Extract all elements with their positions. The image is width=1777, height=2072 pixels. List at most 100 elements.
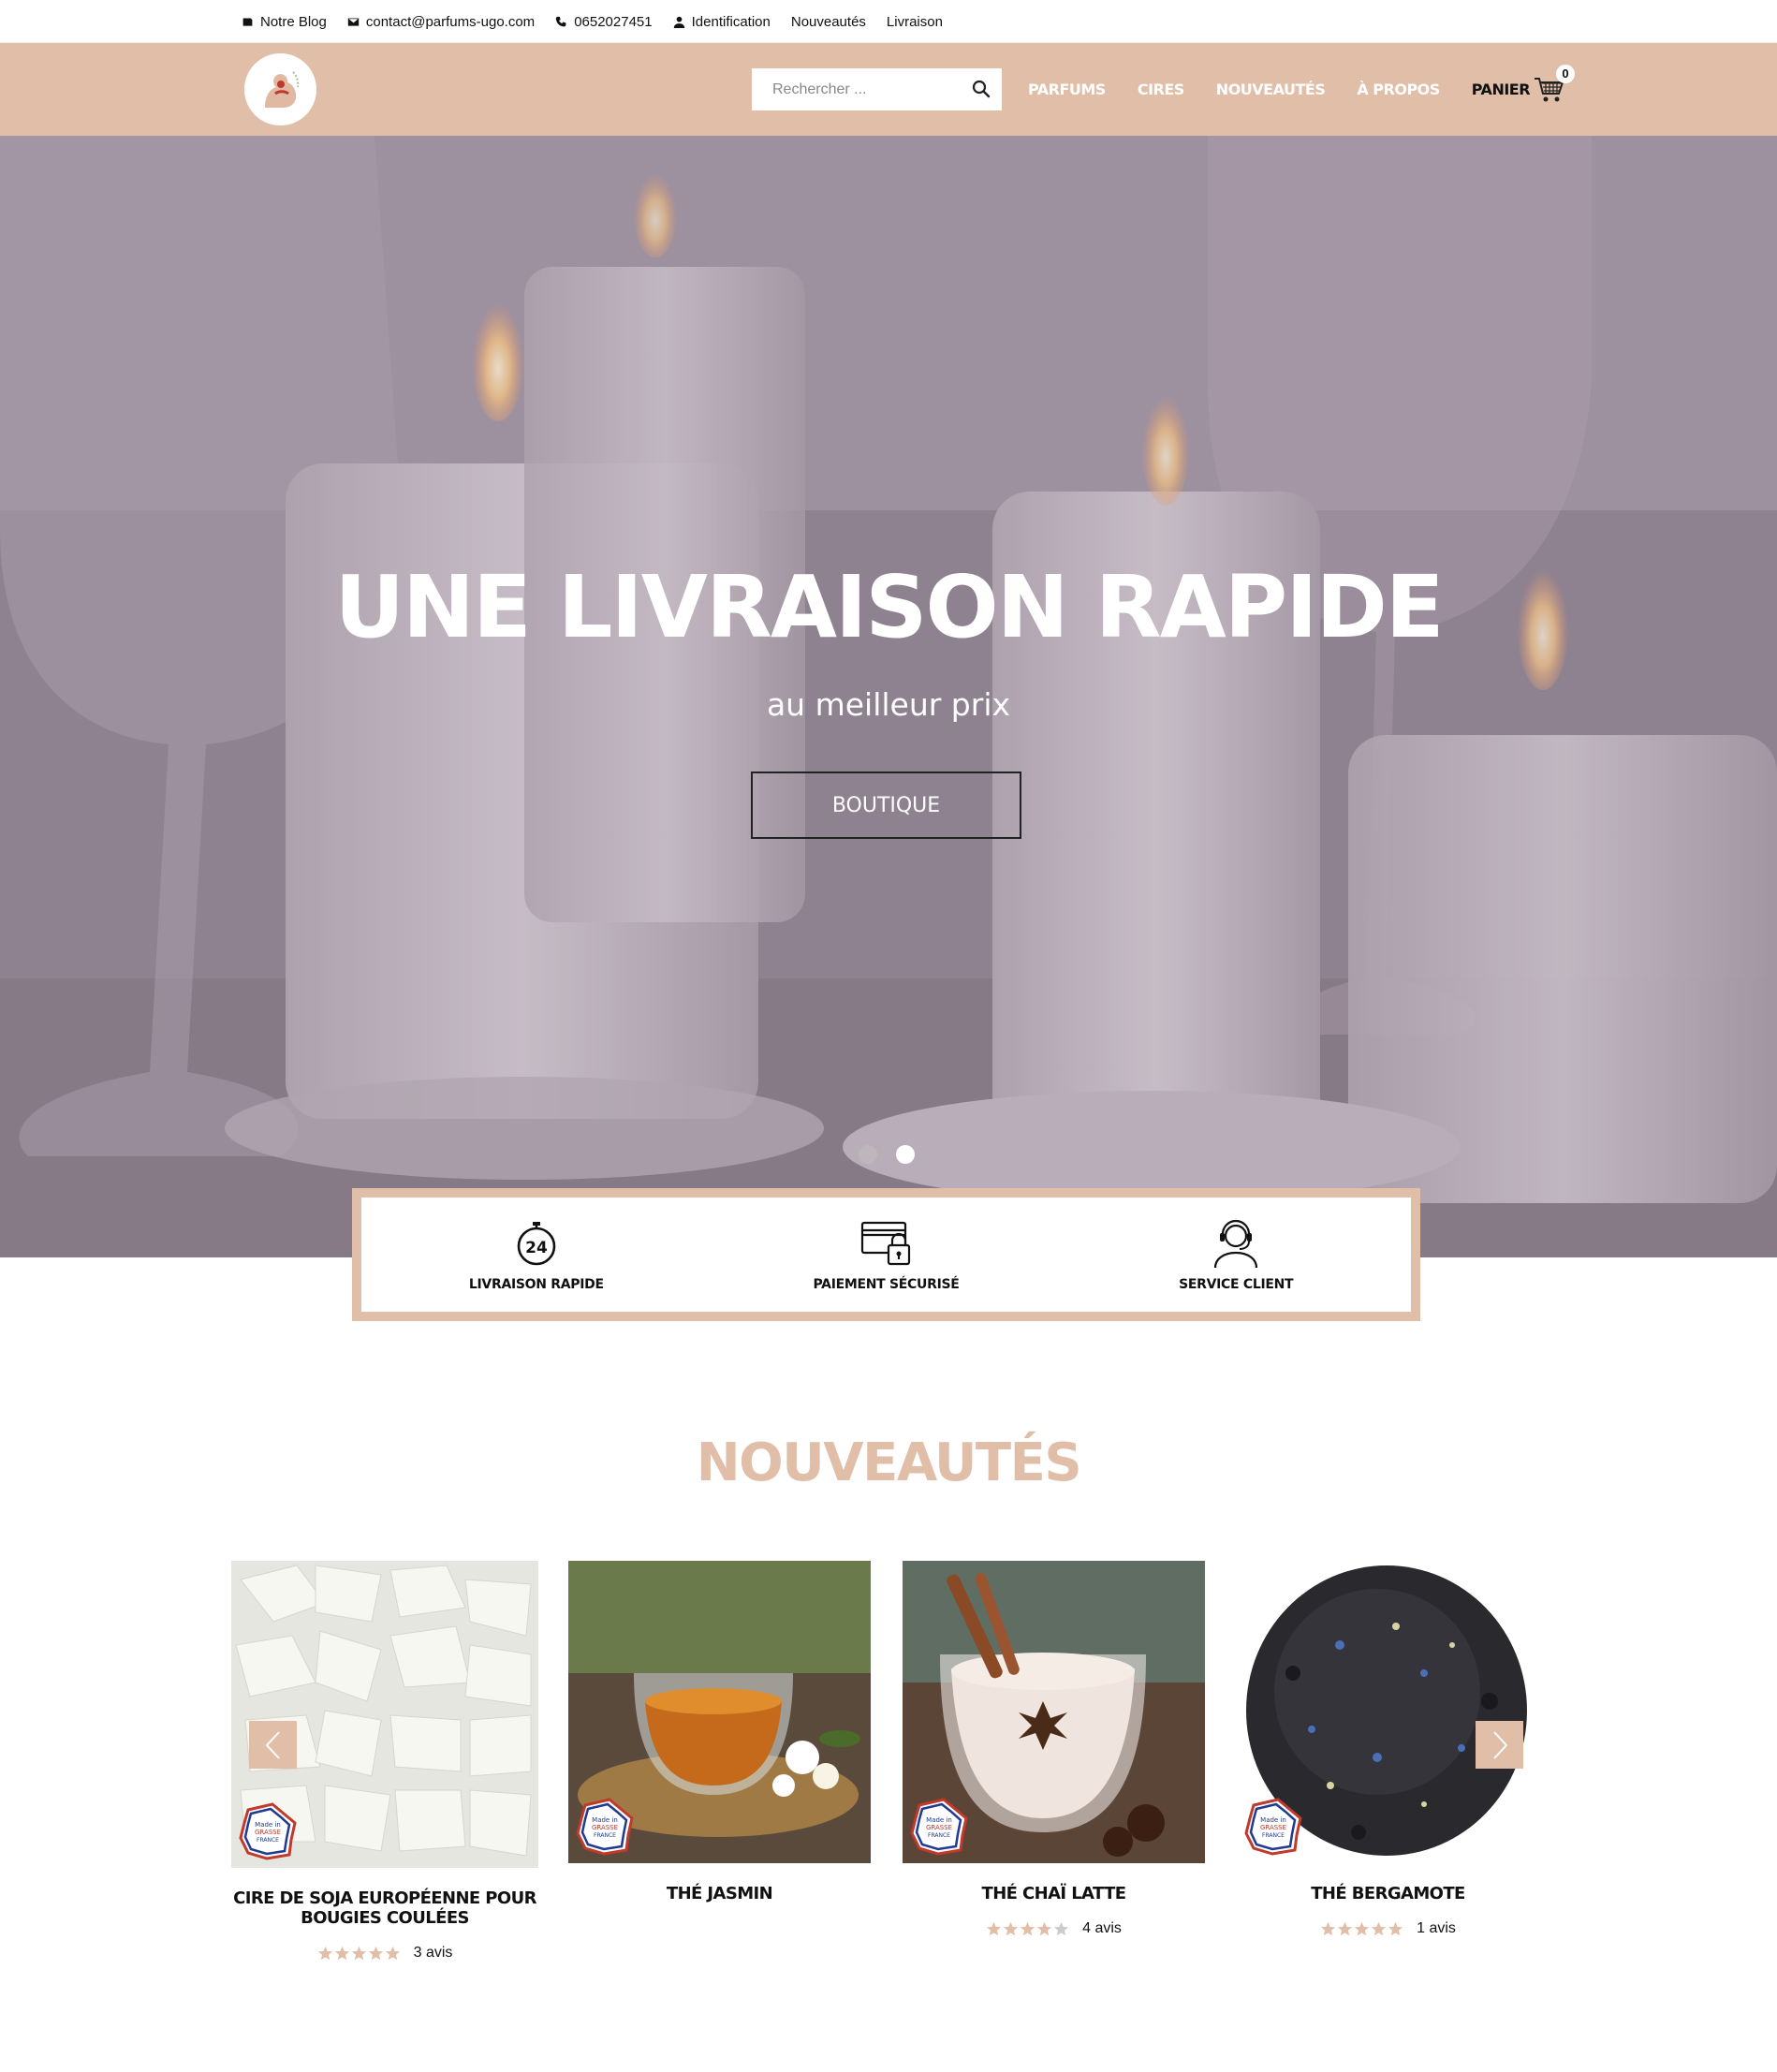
chevron-left-icon	[265, 1730, 280, 1759]
topbar-link-identification[interactable]: Identification	[673, 14, 771, 30]
star-filled-icon	[317, 1946, 332, 1960]
search-input[interactable]	[752, 69, 958, 110]
site-logo[interactable]	[244, 53, 316, 125]
star-filled-icon	[1337, 1921, 1353, 1935]
svg-text:Made in: Made in	[255, 1821, 281, 1829]
topbar-link-livraison[interactable]: Livraison	[887, 14, 943, 30]
star-filled-icon	[385, 1946, 400, 1960]
carousel-next-button[interactable]	[1476, 1721, 1523, 1769]
mail-icon	[347, 17, 360, 26]
topbar-link-label: Notre Blog	[260, 13, 327, 30]
search-icon[interactable]	[972, 80, 991, 98]
topbar-link-label: contact@parfums-ugo.com	[365, 13, 536, 30]
feature-label: SERVICE CLIENT	[1179, 1277, 1294, 1292]
svg-text:24: 24	[525, 1239, 548, 1257]
phone-icon	[556, 16, 566, 26]
svg-text:GRASSE: GRASSE	[592, 1824, 618, 1831]
section-title-nouveautes: NOUVEAUTÉS	[696, 1433, 1082, 1493]
star-filled-icon	[368, 1946, 383, 1960]
hero-title: UNE LIVRAISON RAPIDE	[334, 557, 1444, 657]
product-card[interactable]: Made in GRASSE FRANCE THÉ CHAÏ LATTE 4 a…	[903, 1561, 1205, 1937]
carousel-prev-button[interactable]	[249, 1721, 297, 1769]
star-filled-icon	[1036, 1921, 1052, 1935]
product-name[interactable]: THÉ BERGAMOTE	[1237, 1884, 1539, 1903]
cart-label: PANIER	[1471, 81, 1531, 98]
slider-dot-1[interactable]	[859, 1145, 877, 1164]
svg-text:FRANCE: FRANCE	[594, 1832, 616, 1839]
star-filled-icon	[1003, 1921, 1019, 1935]
topbar-link-nouveautes[interactable]: Nouveautés	[791, 14, 866, 30]
rating-stars	[1320, 1921, 1403, 1937]
secure-card-icon	[860, 1221, 910, 1266]
nav-cires[interactable]: CIRES	[1138, 81, 1184, 98]
product-image-the-chai-latte[interactable]: Made in GRASSE FRANCE	[903, 1561, 1205, 1863]
svg-text:FRANCE: FRANCE	[928, 1832, 950, 1839]
nav-nouveautes[interactable]: NOUVEAUTÉS	[1216, 81, 1326, 98]
main-nav: PARFUMS CIRES NOUVEAUTÉS À PROPOS PANIER…	[1028, 43, 1576, 136]
star-empty-icon	[1053, 1921, 1069, 1935]
svg-text:GRASSE: GRASSE	[255, 1829, 281, 1836]
star-filled-icon	[1388, 1921, 1403, 1935]
svg-text:Made in: Made in	[592, 1816, 618, 1824]
product-image-cire-soja[interactable]: Made in GRASSE FRANCE	[231, 1561, 538, 1868]
review-count[interactable]: 4 avis	[1082, 1920, 1122, 1937]
star-filled-icon	[1354, 1921, 1370, 1935]
rating-stars	[986, 1921, 1069, 1937]
product-image-the-bergamote[interactable]: Made in GRASSE FRANCE	[1237, 1561, 1539, 1863]
star-filled-icon	[351, 1946, 366, 1960]
topbar-link-label: Identification	[691, 13, 771, 30]
made-in-grasse-badge: Made in GRASSE FRANCE	[910, 1798, 968, 1856]
svg-text:FRANCE: FRANCE	[1262, 1832, 1285, 1839]
product-rating: 1 avis	[1237, 1920, 1539, 1937]
search-box	[752, 68, 1002, 110]
feature-label: PAIEMENT SÉCURISÉ	[813, 1277, 960, 1292]
svg-text:Made in: Made in	[1260, 1816, 1286, 1824]
made-in-grasse-badge: Made in GRASSE FRANCE	[1244, 1798, 1302, 1856]
svg-text:FRANCE: FRANCE	[257, 1837, 279, 1844]
slider-dot-2-active[interactable]	[896, 1145, 915, 1164]
blog-icon	[242, 17, 253, 26]
review-count[interactable]: 3 avis	[414, 1945, 453, 1962]
topbar-link-blog[interactable]: Notre Blog	[242, 14, 327, 30]
nav-parfums[interactable]: PARFUMS	[1028, 81, 1106, 98]
product-name[interactable]: THÉ JASMIN	[568, 1884, 871, 1903]
feature-label: LIVRAISON RAPIDE	[468, 1277, 604, 1292]
rating-stars	[317, 1946, 401, 1962]
star-filled-icon	[1371, 1921, 1387, 1935]
star-filled-icon	[1320, 1921, 1336, 1935]
product-image-the-jasmin[interactable]: Made in GRASSE FRANCE	[568, 1561, 871, 1863]
svg-text:GRASSE: GRASSE	[1260, 1824, 1286, 1831]
topbar-link-email[interactable]: contact@parfums-ugo.com	[347, 14, 535, 30]
review-count[interactable]: 1 avis	[1417, 1920, 1456, 1937]
stopwatch-24-icon: 24	[517, 1222, 556, 1266]
product-name[interactable]: THÉ CHAÏ LATTE	[903, 1884, 1205, 1903]
chevron-right-icon	[1492, 1730, 1507, 1759]
feature-paiement-securise: PAIEMENT SÉCURISÉ	[712, 1198, 1062, 1312]
product-rating: 3 avis	[231, 1945, 538, 1962]
top-bar: Notre Blog contact@parfums-ugo.com 06520…	[0, 0, 1777, 43]
site-header: PARFUMS CIRES NOUVEAUTÉS À PROPOS PANIER…	[0, 43, 1777, 136]
feature-livraison-rapide: 24 LIVRAISON RAPIDE	[361, 1198, 712, 1312]
star-filled-icon	[334, 1946, 349, 1960]
headset-agent-icon	[1214, 1219, 1258, 1269]
made-in-grasse-badge: Made in GRASSE FRANCE	[239, 1802, 297, 1860]
svg-text:Made in: Made in	[926, 1816, 952, 1824]
made-in-grasse-badge: Made in GRASSE FRANCE	[576, 1798, 634, 1856]
hero-slider: UNE LIVRAISON RAPIDE au meilleur prix BO…	[0, 136, 1777, 1257]
hero-subtitle: au meilleur prix	[766, 686, 1011, 723]
cart-count-badge: 0	[1556, 64, 1576, 83]
nav-a-propos[interactable]: À PROPOS	[1357, 81, 1440, 98]
product-name[interactable]: CIRE DE SOJA EUROPÉENNE POUR BOUGIES COU…	[231, 1888, 538, 1928]
svg-text:GRASSE: GRASSE	[926, 1824, 952, 1831]
star-filled-icon	[1020, 1921, 1035, 1935]
product-card[interactable]: Made in GRASSE FRANCE THÉ JASMIN	[568, 1561, 871, 1903]
features-box: 24 LIVRAISON RAPIDE PAIEMENT SÉCURISÉ SE…	[352, 1188, 1420, 1321]
topbar-link-phone[interactable]: 0652027451	[555, 13, 653, 30]
feature-service-client: SERVICE CLIENT	[1061, 1198, 1411, 1312]
product-rating: 4 avis	[903, 1920, 1205, 1937]
topbar-link-label: 0652027451	[574, 13, 653, 30]
topbar-link-label: Livraison	[886, 13, 943, 30]
topbar-link-label: Nouveautés	[790, 13, 866, 30]
boutique-button[interactable]: BOUTIQUE	[751, 771, 1021, 839]
cart-button[interactable]: PANIER 0	[1471, 64, 1576, 104]
